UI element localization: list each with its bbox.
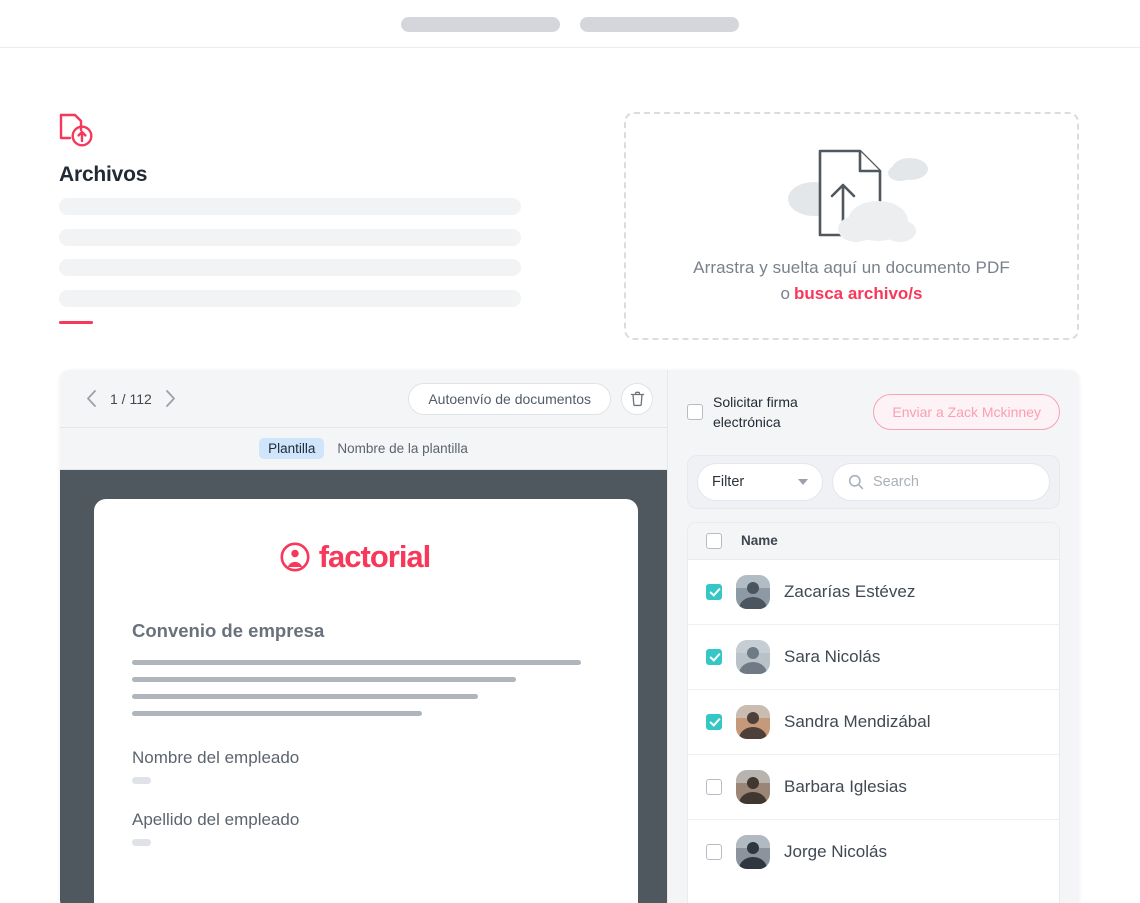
filter-dropdown[interactable]: Filter: [697, 462, 823, 501]
factorial-wordmark: factorial: [318, 539, 432, 574]
avatar: [736, 835, 770, 870]
browser-tab-2[interactable]: [580, 17, 739, 32]
search-input[interactable]: Search: [832, 462, 1050, 501]
document-field: Nombre del empleado: [132, 748, 600, 784]
document-field-label: Nombre del empleado: [132, 748, 300, 767]
toolbar-actions: Autoenvío de documentos: [408, 382, 653, 415]
table-row[interactable]: Jorge Nicolás: [688, 820, 1059, 885]
column-header-name: Name: [741, 533, 778, 549]
tab-template-name[interactable]: Nombre de la plantilla: [337, 441, 468, 456]
accent-underline: [59, 321, 93, 324]
recipients-header: Solicitar firma electrónica Enviar a Zac…: [687, 386, 1060, 435]
document-body-line: [132, 711, 423, 716]
document-field-value: [132, 777, 151, 784]
recipient-name: Sara Nicolás: [784, 646, 881, 666]
row-checkbox[interactable]: [706, 713, 722, 730]
browser-chrome: [0, 0, 1140, 48]
recipients-list: Name Zacarías Estévez Sara Nicolás Sandra …: [687, 521, 1060, 903]
row-checkbox[interactable]: [706, 583, 722, 600]
skeleton-row: [59, 259, 521, 276]
document-preview-pane: 1 / 112 Autoenvío de documentos Plantill…: [60, 370, 668, 903]
recipient-name: Sandra Mendizábal: [784, 711, 931, 731]
delete-button[interactable]: [621, 382, 653, 415]
skeleton-row: [59, 229, 521, 246]
template-tabs: Plantilla Nombre de la plantilla: [60, 428, 667, 470]
dropzone-instruction: Arrastra y suelta aquí un documento PDF: [693, 257, 1010, 277]
document-stage: factorial Convenio de empresa Nombre del…: [60, 470, 667, 903]
search-icon: [848, 474, 864, 489]
send-to-recipient-button[interactable]: Enviar a Zack Mckinney: [873, 394, 1060, 431]
tab-plantilla[interactable]: Plantilla: [259, 438, 325, 459]
trash-icon: [630, 391, 644, 406]
document-body-lines: [132, 660, 600, 716]
page-navigator: 1 / 112: [82, 390, 180, 408]
dropzone-browse-row: o busca archivo/s: [781, 284, 923, 304]
avatar: [736, 769, 770, 804]
document-field-value: [132, 839, 151, 846]
request-signature-checkbox[interactable]: [687, 404, 703, 421]
document-page: factorial Convenio de empresa Nombre del…: [94, 499, 638, 903]
avatar: [736, 574, 770, 609]
avatar: [736, 704, 770, 739]
recipient-name: Zacarías Estévez: [784, 581, 916, 601]
chevron-down-icon: [798, 478, 808, 485]
browser-tab-1[interactable]: [401, 17, 560, 32]
recipients-pane: Solicitar firma electrónica Enviar a Zac…: [668, 370, 1079, 903]
table-row[interactable]: Barbara Iglesias: [688, 755, 1059, 820]
next-page-icon[interactable]: [162, 390, 180, 408]
skeleton-row: [59, 290, 521, 307]
document-field-label: Apellido del empleado: [132, 810, 300, 829]
skeleton-row: [59, 198, 521, 215]
dropzone-or-label: o: [780, 283, 790, 303]
document-editor-card: 1 / 112 Autoenvío de documentos Plantill…: [60, 370, 1079, 903]
autosend-documents-button[interactable]: Autoenvío de documentos: [408, 382, 611, 415]
file-dropzone[interactable]: Arrastra y suelta aquí un documento PDF …: [624, 112, 1079, 340]
search-placeholder: Search: [873, 473, 919, 490]
recipient-name: Barbara Iglesias: [784, 776, 907, 796]
filter-label: Filter: [712, 473, 745, 490]
app-screen: Archivos Arrastra y suelta aquí un docum…: [0, 0, 1140, 903]
file-upload-icon: [58, 112, 98, 150]
cloud-upload-icon: [770, 143, 934, 248]
table-row[interactable]: Sara Nicolás: [688, 625, 1059, 690]
document-field: Apellido del empleado: [132, 810, 600, 846]
factorial-mark-icon: [280, 542, 310, 572]
row-checkbox[interactable]: [706, 648, 722, 665]
recipient-name: Jorge Nicolás: [784, 842, 887, 862]
document-toolbar: 1 / 112 Autoenvío de documentos: [60, 370, 667, 428]
request-signature-label: Solicitar firma electrónica: [713, 394, 798, 431]
factorial-logo: factorial: [110, 539, 600, 575]
request-signature-control[interactable]: Solicitar firma electrónica: [687, 392, 821, 433]
document-body-line: [132, 677, 516, 682]
recipients-rows: Zacarías Estévez Sara Nicolás Sandra Mendi…: [688, 560, 1059, 885]
row-checkbox[interactable]: [706, 844, 722, 861]
browse-files-link[interactable]: busca archivo/s: [794, 284, 923, 303]
select-all-checkbox[interactable]: [706, 532, 722, 549]
document-body-line: [132, 694, 479, 699]
table-row[interactable]: Sandra Mendizábal: [688, 690, 1059, 755]
avatar: [736, 639, 770, 674]
table-row[interactable]: Zacarías Estévez: [688, 560, 1059, 625]
recipients-list-header: Name: [688, 522, 1059, 560]
document-body-line: [132, 660, 582, 665]
previous-page-icon[interactable]: [82, 390, 100, 408]
document-heading: Convenio de empresa: [132, 620, 325, 641]
page-indicator: 1 / 112: [110, 390, 152, 407]
row-checkbox[interactable]: [706, 778, 722, 795]
page-title: Archivos: [59, 163, 148, 186]
recipients-filter-bar: Filter Search: [687, 454, 1060, 509]
